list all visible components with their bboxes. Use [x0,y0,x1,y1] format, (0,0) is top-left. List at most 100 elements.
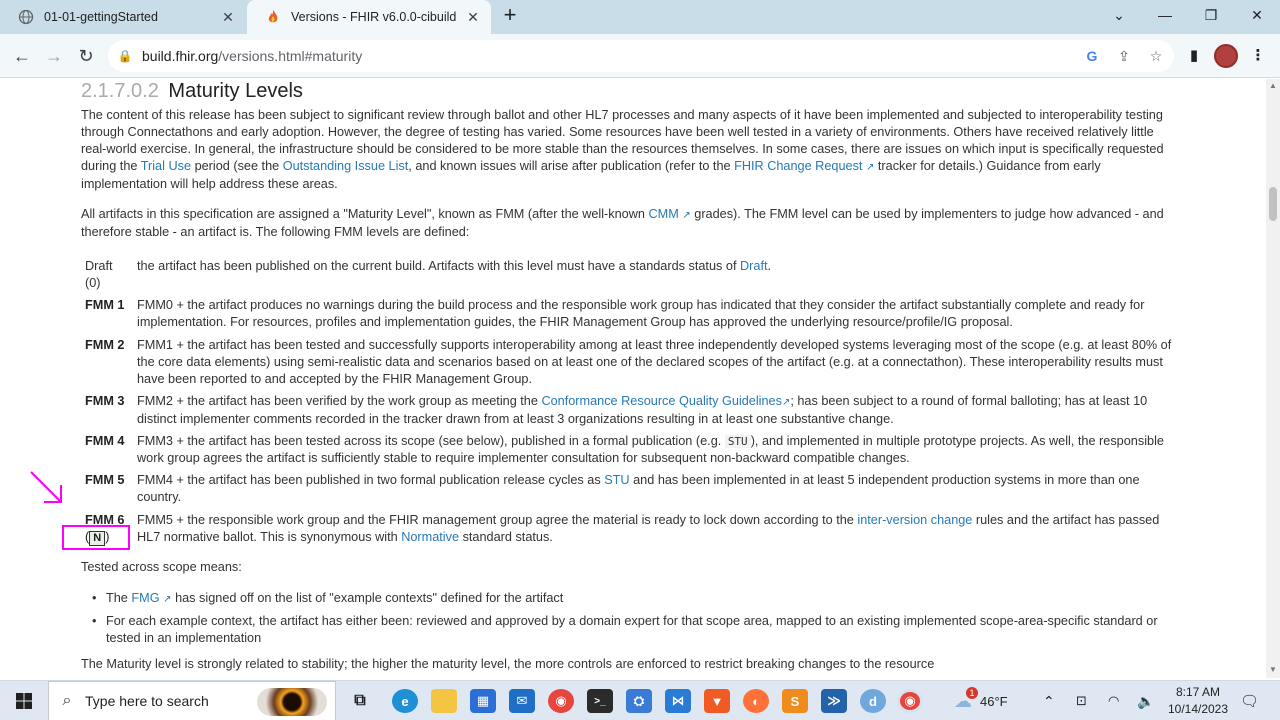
cloud-icon: ☁ 1 [954,686,978,712]
fmm-label: FMM 5 [85,473,125,487]
list-item: The FMG ↗ has signed off on the list of … [92,590,1176,608]
close-icon[interactable]: ✕ [220,9,236,25]
outstanding-issue-list-link[interactable]: Outstanding Issue List [283,159,409,173]
scope-bullet-list: The FMG ↗ has signed off on the list of … [92,590,1176,652]
brave-icon[interactable]: ▼ [704,689,730,713]
terminal-icon[interactable]: >_ [587,689,613,713]
lock-icon[interactable]: 🔒 [108,49,142,63]
file-explorer-icon[interactable] [431,689,457,713]
sublime-icon[interactable]: S [782,689,808,713]
external-link-icon: ↗ [865,162,875,173]
annotation-arrow-icon [30,471,62,503]
clock-date: 10/14/2023 [1167,702,1229,716]
fhir-flame-icon [265,9,281,25]
fmm-description: FMM0 + the artifact produces no warnings… [137,298,1145,329]
bookmark-star-icon[interactable]: ☆ [1146,46,1166,66]
fmm-intro-paragraph: All artifacts in this specification are … [81,207,1164,239]
inter-version-change-link[interactable]: inter-version change [857,513,972,527]
side-panel-icon[interactable]: ▮ [1180,42,1208,70]
list-item: For each example context, the artifact h… [92,613,1176,647]
system-clock[interactable]: 8:17 AM 10/14/2023 [1160,684,1236,718]
clock-time: 8:17 AM [1175,685,1221,699]
stu-code: STU [724,435,751,448]
stu-link[interactable]: STU [604,473,629,487]
chevron-up-icon[interactable]: ⌃ [1043,681,1055,720]
chrome-profile-icon[interactable]: ◉ [897,689,923,713]
wifi-icon[interactable]: ◠ [1108,681,1119,720]
scope-heading: Tested across scope means: [81,560,242,574]
vscode-icon[interactable]: ⋈ [665,689,691,713]
edge-icon[interactable]: e [392,689,418,713]
fhir-change-request-link[interactable]: FHIR Change Request [734,159,862,173]
section-title: Maturity Levels [168,80,303,102]
trial-use-link[interactable]: Trial Use [141,159,191,173]
reload-button[interactable]: ↻ [72,42,100,70]
closing-paragraph: The Maturity level is strongly related t… [81,657,935,671]
mail-icon[interactable]: ✉ [509,689,535,713]
back-button[interactable]: ← [8,42,36,70]
annotation-highlight-box [62,525,130,550]
scrollbar-thumb[interactable] [1269,187,1277,221]
fmm-description: FMM2 + the artifact has been verified by… [137,394,1148,426]
profile-avatar[interactable] [1214,44,1238,68]
app-d-icon[interactable]: d [860,689,886,713]
minimize-button[interactable]: — [1142,0,1188,30]
weather-temp: 46°F [980,693,1008,709]
tab-getting-started[interactable]: 01-01-gettingStarted ✕ [0,0,246,34]
fmm-description: FMM3 + the artifact has been tested acro… [137,434,1164,465]
volume-icon[interactable]: 🔈 [1137,681,1154,720]
search-placeholder: Type here to search [85,693,209,709]
menu-icon[interactable]: ⋮ [1244,42,1272,70]
intro-paragraph: The content of this release has been sub… [81,108,1164,191]
tab-title: Versions - FHIR v6.0.0-cibuild [291,10,457,24]
maximize-button[interactable]: ❐ [1188,0,1234,30]
scroll-down-icon[interactable]: ▼ [1269,665,1277,674]
tab-versions[interactable]: Versions - FHIR v6.0.0-cibuild ✕ [247,0,491,34]
tab-search-chevron-icon[interactable]: ⌄ [1096,0,1142,30]
fmm-label: Draft (0) [85,259,113,290]
close-window-button[interactable]: ✕ [1234,0,1280,30]
url-text[interactable]: build.fhir.org/versions.html#maturity [142,48,362,64]
fmg-link[interactable]: FMG [131,591,159,605]
share-icon[interactable]: ⇪ [1114,46,1134,66]
forward-button[interactable]: → [40,42,68,70]
store-icon[interactable]: ▦ [470,689,496,713]
external-link-icon: ↗ [163,594,172,605]
taskbar-search[interactable]: ⌕ Type here to search [48,681,336,720]
notification-icon[interactable]: 🗨 [1240,681,1259,720]
tab-title: 01-01-gettingStarted [44,10,158,24]
search-icon: ⌕ [62,692,72,709]
page-content: 2.1.7.0.2 Maturity Levels The content of… [0,79,1266,678]
fmm-label: FMM 2 [85,338,125,352]
search-highlight-image [257,688,327,716]
page-title: 2.1.7.0.2 Maturity Levels [81,79,303,103]
normative-link[interactable]: Normative [401,530,459,544]
python-icon[interactable]: ⛭ [626,689,652,713]
scroll-up-icon[interactable]: ▲ [1269,81,1277,90]
google-icon[interactable]: G [1082,46,1102,66]
conformance-guidelines-link[interactable]: Conformance Resource Quality Guidelines [541,394,781,408]
powershell-icon[interactable]: ≫ [821,689,847,713]
fmm-label: FMM 3 [85,394,125,408]
page-scrollbar[interactable]: ▲ ▼ [1266,79,1280,678]
globe-icon [18,9,34,25]
chrome-icon[interactable]: ◉ [548,689,574,713]
meet-now-icon[interactable]: ⊡ [1076,681,1087,720]
external-link-icon: ↗ [682,210,691,221]
fmm-description: the artifact has been published on the c… [137,259,772,273]
section-number: 2.1.7.0.2 [81,80,159,102]
close-icon[interactable]: ✕ [465,9,481,25]
tab-strip: 01-01-gettingStarted ✕ Versions - FHIR v… [0,0,1280,34]
cmm-link[interactable]: CMM [649,207,679,221]
address-bar[interactable]: 🔒 build.fhir.org/versions.html#maturity … [108,40,1174,72]
firefox-icon[interactable]: ◐ [743,689,769,713]
new-tab-button[interactable]: + [498,4,522,28]
weather-widget[interactable]: ☁ 1 46°F [954,681,1008,720]
fmm-label: FMM 4 [85,434,125,448]
fmm-description: FMM5 + the responsible work group and th… [137,513,1160,544]
fmm-label: FMM 1 [85,298,125,312]
task-view-icon[interactable]: ⧉ [347,689,373,713]
taskbar: ⌕ Type here to search ⧉ e ▦ ✉ ◉ >_ ⛭ ⋈ ▼… [0,680,1280,720]
draft-link[interactable]: Draft [740,259,768,273]
windows-start-icon[interactable] [10,690,38,712]
